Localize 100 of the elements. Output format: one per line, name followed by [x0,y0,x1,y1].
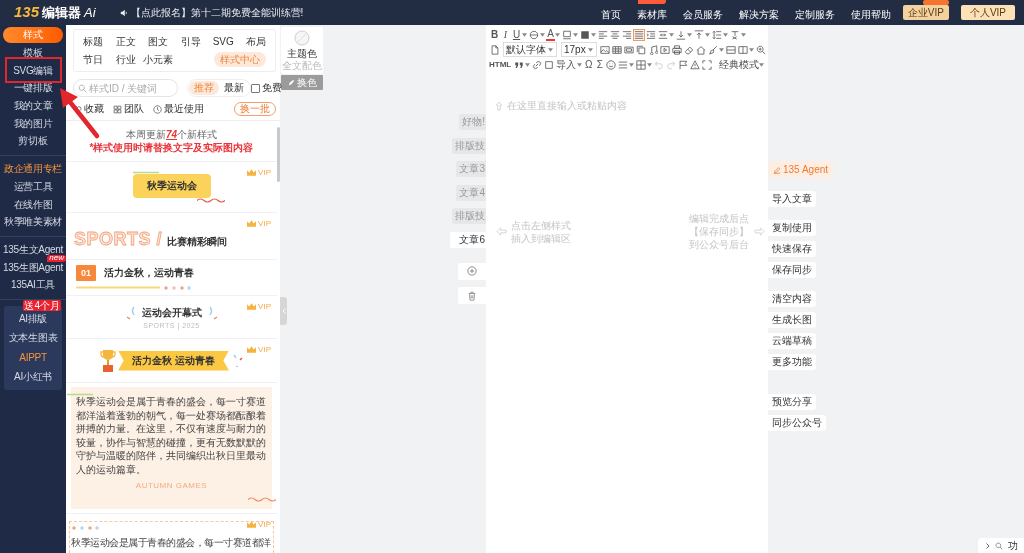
line-height-icon[interactable] [711,28,723,41]
vip-button[interactable]: 企业VIP [902,5,949,20]
sort-tab[interactable]: 最新 [219,81,249,95]
square-icon[interactable] [543,58,556,71]
import-button[interactable]: 导入 [555,58,578,71]
sidebar-item[interactable]: 文本生图表 [4,332,62,344]
sidebar-item[interactable]: AIPPT [4,351,62,363]
add-tab-button[interactable] [458,262,486,280]
caret-icon[interactable] [741,32,746,37]
align-justify-icon[interactable] [633,28,645,41]
action-button[interactable]: 复制使用 [768,220,816,236]
article-tab[interactable]: 文章6 [450,231,486,248]
action-button[interactable]: 更多功能 [768,354,816,370]
action-button[interactable]: 保存同步 [768,262,816,278]
grid-icon[interactable] [635,58,648,71]
feature-search-bar[interactable]: 功 [978,538,1024,553]
sidebar-item[interactable]: 运营工具 [0,180,66,192]
caret-icon[interactable] [647,62,653,67]
sidebar-item[interactable]: AI排版 [4,312,62,324]
sidebar-item[interactable]: AI小红书 [4,371,62,383]
sidebar-item[interactable]: 政企通用专栏 [0,163,66,175]
underline-button[interactable]: U [511,28,522,41]
symbol-button[interactable]: Σ [594,58,606,71]
category-tab[interactable]: 布局 [239,34,272,50]
brush-icon[interactable] [706,43,719,56]
sidebar-item[interactable]: 剪切板 [0,135,66,147]
caret-icon[interactable] [669,32,674,37]
columns-icon[interactable] [736,43,749,56]
caret-icon[interactable] [573,32,578,37]
caret-icon[interactable] [705,32,710,37]
nav-link[interactable]: 解决方案 [738,8,779,20]
align-left-icon[interactable] [597,28,609,41]
sidebar-item[interactable]: 在线作图 [0,198,66,210]
filter-link[interactable]: 最近使用 [164,102,204,116]
strikethrough-icon[interactable] [528,28,540,41]
flag-icon[interactable] [677,58,690,71]
printer-icon[interactable] [670,43,683,56]
indent-icon[interactable] [645,28,657,41]
clear-format-icon[interactable] [729,28,741,41]
category-tab[interactable]: 正文 [109,34,142,50]
filter-link[interactable]: 团队 [124,102,144,116]
rows-icon[interactable] [724,43,737,56]
caret-icon[interactable] [723,32,728,37]
nav-link[interactable]: 定制服务 [794,8,835,20]
caret-icon[interactable] [718,47,724,52]
action-button[interactable]: 云端草稿 [768,333,816,349]
frame-icon[interactable] [622,43,635,56]
list-icon[interactable] [617,58,630,71]
sidebar-item[interactable]: 135AI工具 [0,279,66,291]
category-tab[interactable]: 行业 [109,51,142,67]
align-right-icon[interactable] [621,28,633,41]
mode-select[interactable]: 经典模式 [719,58,759,71]
action-button[interactable]: 导入文章 [768,191,816,207]
caret-icon[interactable] [687,32,692,37]
sidebar-item[interactable]: 我的文章 [0,100,66,112]
sidebar-item[interactable]: 一键排版 [0,82,66,94]
scrollbar-thumb[interactable] [277,127,280,182]
action-button[interactable]: 快速保存 [768,241,816,257]
italic-button[interactable]: I [500,28,511,41]
video-icon[interactable] [658,43,671,56]
caret-icon[interactable] [555,32,560,37]
sidebar-item[interactable]: 我的图片 [0,117,66,129]
frame-corners-icon[interactable] [701,58,714,71]
category-tab[interactable]: SVG [207,34,240,50]
distribute-icon[interactable] [657,28,669,41]
sidebar-item[interactable]: 模板 [0,47,66,59]
caret-icon[interactable] [540,32,545,37]
symbol-button[interactable]: Ω [583,58,595,71]
highlight-icon[interactable] [561,28,573,41]
checkbox[interactable] [251,83,260,93]
category-tab[interactable]: 标题 [77,34,110,50]
warning-icon[interactable] [689,58,702,71]
announcement-link[interactable]: 【点此报名】第十二期免费全能训练营! [130,5,304,20]
document-icon[interactable] [489,43,501,56]
caret-icon[interactable] [759,62,764,67]
sidebar-item[interactable]: 135生文Agent [0,243,66,255]
link-icon[interactable] [531,58,544,71]
align-top-icon[interactable] [693,28,705,41]
html-button[interactable]: HTML [489,58,512,71]
caret-icon[interactable] [629,62,635,67]
caret-icon[interactable] [748,47,754,52]
nav-link[interactable]: 首页 [600,8,621,20]
action-button[interactable]: 清空内容 [768,291,816,307]
caret-icon[interactable] [591,32,596,37]
action-button[interactable]: 同步公众号 [768,415,826,431]
copy-icon[interactable] [634,43,647,56]
category-tab[interactable]: 图文 [142,34,175,50]
sidebar-item[interactable]: 135生图Agent [0,261,66,273]
action-button[interactable]: 预览分享 [768,394,816,410]
filled-square-icon[interactable] [579,28,591,41]
bold-button[interactable]: B [489,28,500,41]
caret-icon[interactable] [522,32,527,37]
checkbox-label[interactable]: 免费 [262,81,282,95]
dropdown-select[interactable]: 17px [561,42,597,57]
align-center-icon[interactable] [609,28,621,41]
nav-link[interactable]: 使用帮助 [850,8,891,20]
zoom-in-icon[interactable] [754,43,767,56]
house-icon[interactable] [694,43,707,56]
image-icon[interactable] [598,43,611,56]
align-bottom-icon[interactable] [675,28,687,41]
